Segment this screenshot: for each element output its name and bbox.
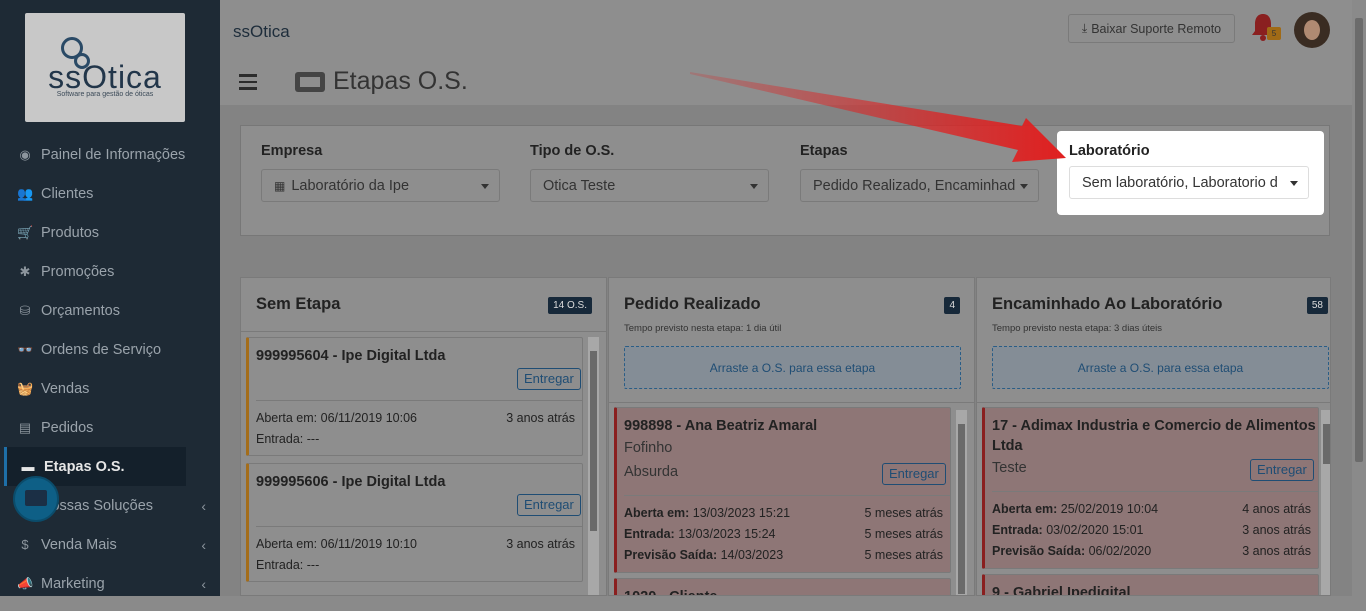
horizontal-scrollbar[interactable] — [0, 596, 1366, 611]
page-scrollbar[interactable] — [1352, 0, 1366, 596]
page-scrollbar-thumb[interactable] — [1355, 18, 1363, 462]
red-arrow-annotation — [690, 72, 1066, 162]
